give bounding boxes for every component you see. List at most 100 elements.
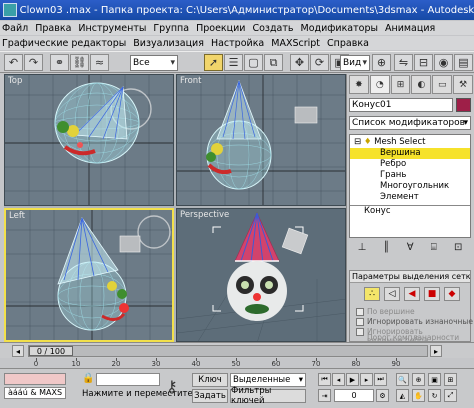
window-crossing-icon[interactable]: ⧉ xyxy=(264,54,283,71)
viewport-left-label[interactable]: Left xyxy=(9,211,25,221)
modify-tab-icon[interactable]: ◔ xyxy=(369,75,390,94)
viewport-perspective[interactable]: Perspective xyxy=(176,208,346,342)
go-to-end-icon[interactable]: ⏭ xyxy=(374,373,387,386)
rollout-title[interactable]: Параметры выделения сетки xyxy=(350,271,470,283)
menu-file[interactable]: Файл xyxy=(0,23,32,34)
reference-coordinate-dropdown[interactable]: Вид xyxy=(340,55,370,71)
stack-subitem-face[interactable]: Грань xyxy=(350,170,470,181)
element-level-icon[interactable]: ◆ xyxy=(444,287,460,301)
viewport-top[interactable]: Top xyxy=(4,74,174,206)
time-config-icon[interactable]: ⚙ xyxy=(376,389,389,402)
set-key-icon[interactable]: ⚷ xyxy=(166,377,178,396)
unlink-icon[interactable]: ⛓ xyxy=(70,54,89,71)
zoom-all-icon[interactable]: ⊕ xyxy=(412,373,425,386)
lock-selection-icon[interactable]: 🔒 xyxy=(82,373,94,384)
create-tab-icon[interactable]: ✸ xyxy=(349,75,369,94)
time-slider-track[interactable]: 0 / 100 xyxy=(28,345,428,357)
menu-customize[interactable]: Настройка xyxy=(208,38,268,49)
pivot-center-icon[interactable]: ⊕ xyxy=(372,54,391,71)
align-icon[interactable]: ⊟ xyxy=(414,54,433,71)
render-icon[interactable]: ▤ xyxy=(454,54,473,71)
ignore-backfacing-checkbox[interactable]: Игнорировать изнаночные xyxy=(356,317,473,326)
vertex-level-icon[interactable]: ∴ xyxy=(364,287,380,301)
field-of-view-icon[interactable]: ◭ xyxy=(396,389,409,402)
pin-stack-icon[interactable]: ⊥ xyxy=(358,242,367,253)
modifier-list-dropdown[interactable]: Список модификаторов xyxy=(349,116,471,130)
rectangular-selection-icon[interactable]: ▢ xyxy=(244,54,263,71)
selection-filter-dropdown[interactable]: Все xyxy=(130,55,178,71)
minus-icon[interactable]: ⊟ xyxy=(354,137,361,147)
key-mode-toggle-icon[interactable]: ⇥ xyxy=(318,389,331,402)
timeslider-prev-icon[interactable]: ◂ xyxy=(12,345,24,357)
face-level-icon[interactable]: ◀ xyxy=(404,287,420,301)
play-icon[interactable]: ▶ xyxy=(346,373,359,386)
stack-item-mesh-select[interactable]: ⊟ ♦ Mesh Select xyxy=(350,137,470,148)
menu-views[interactable]: Проекции xyxy=(193,23,249,34)
stack-item-cone[interactable]: Конус xyxy=(350,205,470,216)
object-color-swatch[interactable] xyxy=(456,98,471,112)
viewport-perspective-label[interactable]: Perspective xyxy=(180,210,229,220)
hierarchy-tab-icon[interactable]: ⊞ xyxy=(390,75,411,94)
viewport-left[interactable]: Left xyxy=(4,208,174,342)
object-name-field[interactable]: Конус01 xyxy=(349,98,453,112)
menu-rendering[interactable]: Визуализация xyxy=(130,38,208,49)
show-end-result-icon[interactable]: ║ xyxy=(384,242,390,253)
select-rotate-icon[interactable]: ⟳ xyxy=(310,54,329,71)
maxscript-listener-white[interactable]: àááú & MAXS xyxy=(4,387,66,399)
current-frame-field[interactable]: 0 xyxy=(334,389,374,402)
orbit-icon[interactable]: ↻ xyxy=(428,389,441,402)
remove-modifier-icon[interactable]: ⌸ xyxy=(431,242,437,253)
viewport-top-label[interactable]: Top xyxy=(8,76,22,86)
stack-subitem-vertex[interactable]: Вершина xyxy=(350,148,470,159)
coordinate-field[interactable] xyxy=(96,373,160,386)
select-move-icon[interactable]: ✥ xyxy=(290,54,309,71)
bind-space-warp-icon[interactable]: ≈ xyxy=(90,54,109,71)
stack-subitem-element[interactable]: Элемент xyxy=(350,192,470,203)
viewport-front[interactable]: Front xyxy=(176,74,346,206)
select-by-name-icon[interactable]: ☰ xyxy=(224,54,243,71)
motion-tab-icon[interactable]: ◐ xyxy=(411,75,432,94)
menu-maxscript[interactable]: MAXScript xyxy=(268,38,324,49)
app-icon[interactable] xyxy=(3,3,17,17)
menu-tools[interactable]: Инструменты xyxy=(75,23,150,34)
utilities-tab-icon[interactable]: ⚒ xyxy=(453,75,473,94)
by-vertex-checkbox[interactable]: По вершине xyxy=(356,307,415,316)
display-tab-icon[interactable]: ▭ xyxy=(432,75,453,94)
zoom-icon[interactable]: 🔍 xyxy=(396,373,409,386)
menu-help[interactable]: Справка xyxy=(324,38,373,49)
menu-edit[interactable]: Правка xyxy=(32,23,75,34)
light-bulb-icon[interactable]: ♦ xyxy=(364,137,372,147)
time-slider-thumb[interactable]: 0 / 100 xyxy=(29,346,73,356)
stack-subitem-edge[interactable]: Ребро xyxy=(350,159,470,170)
key-filters-button[interactable]: Фильтры ключей xyxy=(230,386,306,406)
polygon-level-icon[interactable]: ■ xyxy=(424,287,440,301)
menu-animation[interactable]: Анимация xyxy=(382,23,439,34)
viewport-front-label[interactable]: Front xyxy=(180,76,202,86)
menu-create[interactable]: Создать xyxy=(249,23,297,34)
next-frame-icon[interactable]: ▸ xyxy=(360,373,373,386)
mirror-icon[interactable]: ⇋ xyxy=(394,54,413,71)
link-icon[interactable]: ⚭ xyxy=(50,54,69,71)
zoom-extents-all-icon[interactable]: ⊞ xyxy=(444,373,457,386)
menu-modifiers[interactable]: Модификаторы xyxy=(298,23,382,34)
maximize-viewport-icon[interactable]: ⤢ xyxy=(444,389,457,402)
zoom-extents-icon[interactable]: ▣ xyxy=(428,373,441,386)
make-unique-icon[interactable]: ∀ xyxy=(407,242,414,253)
previous-frame-icon[interactable]: ◂ xyxy=(332,373,345,386)
configure-sets-icon[interactable]: ⊡ xyxy=(454,242,462,253)
go-to-start-icon[interactable]: ⏮ xyxy=(318,373,331,386)
timeslider-next-icon[interactable]: ▸ xyxy=(430,345,442,357)
select-object-icon[interactable]: ➚ xyxy=(204,54,223,71)
maxscript-listener-pink[interactable] xyxy=(4,373,66,385)
undo-icon[interactable]: ↶ xyxy=(4,54,23,71)
menu-group[interactable]: Группа xyxy=(150,23,193,34)
stack-subitem-polygon[interactable]: Многоугольник xyxy=(350,181,470,192)
redo-icon[interactable]: ↷ xyxy=(24,54,43,71)
edge-level-icon[interactable]: ◁ xyxy=(384,287,400,301)
selection-set-dropdown[interactable]: Выделенные xyxy=(230,373,306,387)
pan-icon[interactable]: ✋ xyxy=(412,389,425,402)
material-editor-icon[interactable]: ◉ xyxy=(434,54,453,71)
menu-graph-editors[interactable]: Графические редакторы xyxy=(0,38,130,49)
auto-key-button[interactable]: Ключ xyxy=(192,373,228,387)
track-bar-ruler[interactable]: 0 10 20 30 40 50 60 70 80 90 xyxy=(28,358,428,368)
